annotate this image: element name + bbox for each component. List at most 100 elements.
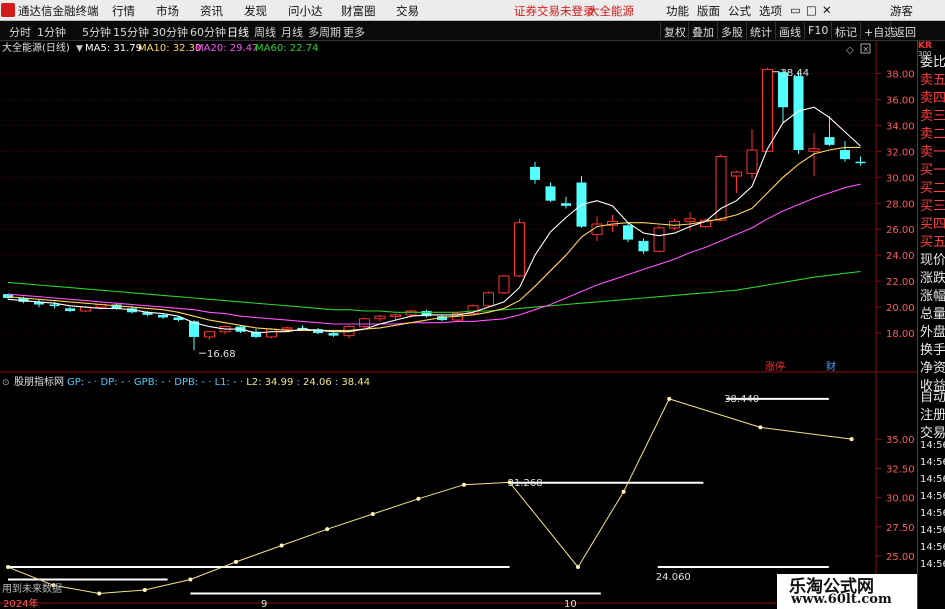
tab-intraday[interactable]: 分时 <box>9 24 31 40</box>
price-tick-label: 20.00 <box>886 303 915 314</box>
candle-body <box>824 137 835 145</box>
quote-field-label: 卖五 <box>920 73 945 88</box>
indicator-point <box>507 480 512 485</box>
indicator-legend-toggle-icon[interactable]: ⊙ <box>2 378 10 388</box>
draw-button[interactable]: 画线 <box>775 22 804 39</box>
menu-discover[interactable]: 发现 <box>244 3 267 19</box>
menu-wealth[interactable]: 财富圈 <box>341 3 376 19</box>
tick-time: 14:56 <box>920 542 945 553</box>
indicator-tick-label: 35.00 <box>886 435 915 446</box>
quote-field-label: 卖三 <box>920 109 945 124</box>
stats-button[interactable]: 统计 <box>746 22 775 39</box>
close-icon[interactable]: ✕ <box>822 3 832 17</box>
indicator-tick-label: 25.00 <box>886 552 915 563</box>
overlay-button[interactable]: 叠加 <box>688 22 717 39</box>
indicator-point <box>325 527 330 532</box>
quote-field-label: 卖四 <box>920 91 945 106</box>
f10-button[interactable]: F10 <box>804 22 831 39</box>
indicator-layer: 31.26824.06038.440 <box>6 394 854 596</box>
app-logo-icon <box>1 3 15 17</box>
quote-field-label: 买四 <box>920 217 945 232</box>
quote-lower-label[interactable]: 自动 <box>920 386 945 405</box>
notice-stock: 大全能源 <box>588 4 634 18</box>
candle-body <box>746 149 758 174</box>
candle-body <box>545 186 556 201</box>
price-tick-label: 38.00 <box>886 69 915 80</box>
indicator-point <box>758 425 763 430</box>
menu-market[interactable]: 行情 <box>112 3 135 19</box>
quote-lower-label[interactable]: 交易 <box>920 422 945 441</box>
adjust-button[interactable]: 复权 <box>660 22 689 39</box>
menu-bar: 通达信金融终端 行情 市场 资讯 发现 问小达 财富圈 交易 证券交易未登录 大… <box>0 0 945 21</box>
timeframe-toolbar: 分时 1分钟 5分钟 15分钟 30分钟 60分钟 日线 周线 月线 多周期 更… <box>0 21 945 41</box>
price-tick-label: 24.00 <box>886 251 915 262</box>
watermark-url: www.60lt.com <box>791 592 892 607</box>
menu-trade[interactable]: 交易 <box>396 3 419 19</box>
indicator-point <box>142 587 147 592</box>
date-tick-label: 2024年 <box>3 597 38 609</box>
main-chart-title: 大全能源(日线) <box>2 41 70 54</box>
indicator-tick-label: 27.50 <box>886 523 915 534</box>
candle-body <box>762 69 773 152</box>
candle-body <box>204 331 215 338</box>
chart-canvas[interactable]: 大全能源(日线) ▼ MA5: 31.79 MA10: 32.30 MA20: … <box>0 41 917 609</box>
price-annotation-label: 16.68 <box>207 349 236 360</box>
menu-function[interactable]: 功能 <box>666 3 689 19</box>
quote-field-label: 涨幅 <box>920 289 945 304</box>
tab-multi-period[interactable]: 多周期 <box>308 24 341 40</box>
minimize-icon[interactable]: ▭ <box>790 3 801 17</box>
indicator-point <box>462 482 466 487</box>
quote-field-label: 涨跌 <box>920 271 945 286</box>
legend-ma5: MA5: 31.79 <box>85 43 142 54</box>
candle-body <box>266 328 277 338</box>
limit-up-marker: 涨停 <box>765 360 785 373</box>
guest-label[interactable]: 游客 <box>890 3 913 19</box>
quote-field-label: 卖一 <box>920 145 945 160</box>
tab-monthly[interactable]: 月线 <box>281 24 303 40</box>
menu-formula[interactable]: 公式 <box>728 3 751 19</box>
menu-layout[interactable]: 版面 <box>697 3 720 19</box>
candle-body <box>514 222 525 277</box>
indicator-line <box>7 398 852 595</box>
price-tick-label: 32.00 <box>886 147 915 158</box>
quote-field-label: 买五 <box>920 235 945 250</box>
candle-body <box>390 314 401 317</box>
login-notice[interactable]: 证券交易未登录 <box>514 3 595 19</box>
quote-field-label: 净资 <box>920 361 945 376</box>
menu-exchange[interactable]: 市场 <box>156 3 179 19</box>
tick-time: 14:56 <box>920 457 945 468</box>
back-button[interactable]: 返回 <box>890 22 919 39</box>
multi-stock-button[interactable]: 多股 <box>717 22 746 39</box>
price-axis: 38.00 36.00 34.00 32.00 30.00 28.00 26.00 24.00… <box>876 69 915 340</box>
tab-30min[interactable]: 30分钟 <box>152 24 188 40</box>
maximize-icon[interactable]: □ <box>806 3 817 17</box>
menu-options[interactable]: 选项 <box>759 3 782 19</box>
mark-button[interactable]: 标记 <box>831 22 860 39</box>
tab-15min[interactable]: 15分钟 <box>113 24 149 40</box>
quote-field-label: 现价 <box>920 253 945 268</box>
indicator-point <box>279 543 284 548</box>
tab-5min[interactable]: 5分钟 <box>82 24 111 40</box>
candle-body <box>684 218 696 222</box>
indicator-title: 股朋指标网 <box>14 375 64 388</box>
tick-time: 14:56 <box>920 559 945 570</box>
legend-toggle-icon[interactable]: ▼ <box>76 44 83 54</box>
date-tick-label: 10 <box>564 599 577 609</box>
indicator-point <box>416 496 421 501</box>
candle-body <box>638 240 649 252</box>
legend-ma20: MA20: 29.47 <box>195 43 258 54</box>
tab-60min[interactable]: 60分钟 <box>190 24 226 40</box>
tab-more[interactable]: 更多 <box>343 24 365 40</box>
level-label: 24.060 <box>656 572 691 583</box>
tab-1min[interactable]: 1分钟 <box>37 24 66 40</box>
menu-ask[interactable]: 问小达 <box>288 3 323 19</box>
tab-weekly[interactable]: 周线 <box>254 24 276 40</box>
tab-daily[interactable]: 日线 <box>227 24 249 40</box>
quote-lower-label[interactable]: 注册 <box>920 404 945 423</box>
price-annotation-label: 38.44 <box>781 68 810 79</box>
candle-body <box>855 161 866 164</box>
diamond-icon[interactable]: ◇ <box>846 45 854 56</box>
indicator-point <box>667 396 672 401</box>
candle-body <box>530 166 540 180</box>
menu-news[interactable]: 资讯 <box>200 3 223 19</box>
